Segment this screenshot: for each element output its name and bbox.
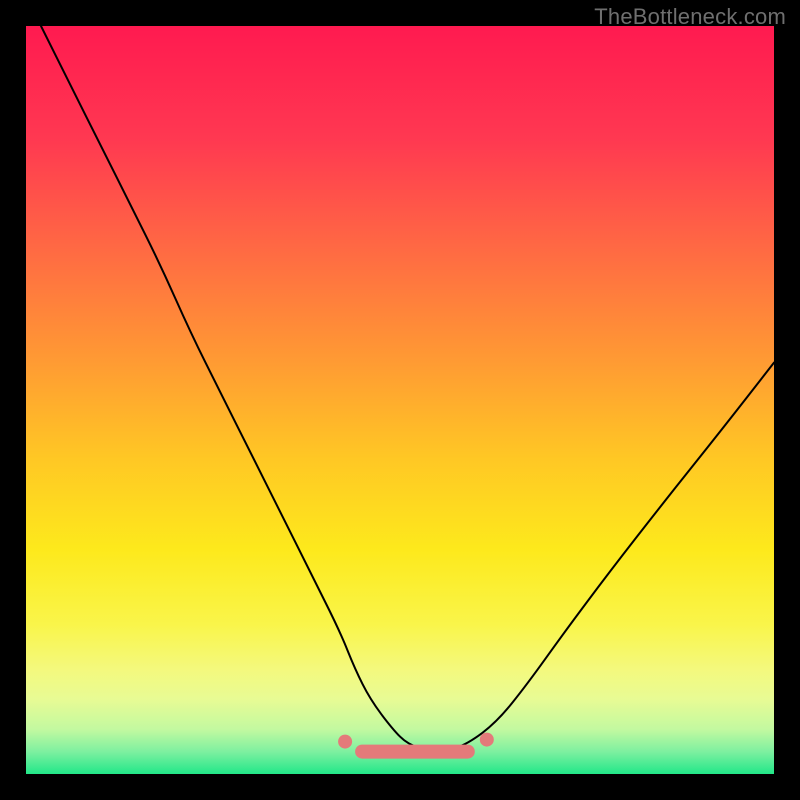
chart-frame: TheBottleneck.com	[0, 0, 800, 800]
plot-area	[26, 26, 774, 774]
marker-band	[355, 745, 475, 759]
marker-dot	[480, 733, 494, 747]
marker-dot	[338, 735, 352, 749]
watermark-text: TheBottleneck.com	[594, 4, 786, 30]
gradient-background	[26, 26, 774, 774]
chart-svg	[26, 26, 774, 774]
